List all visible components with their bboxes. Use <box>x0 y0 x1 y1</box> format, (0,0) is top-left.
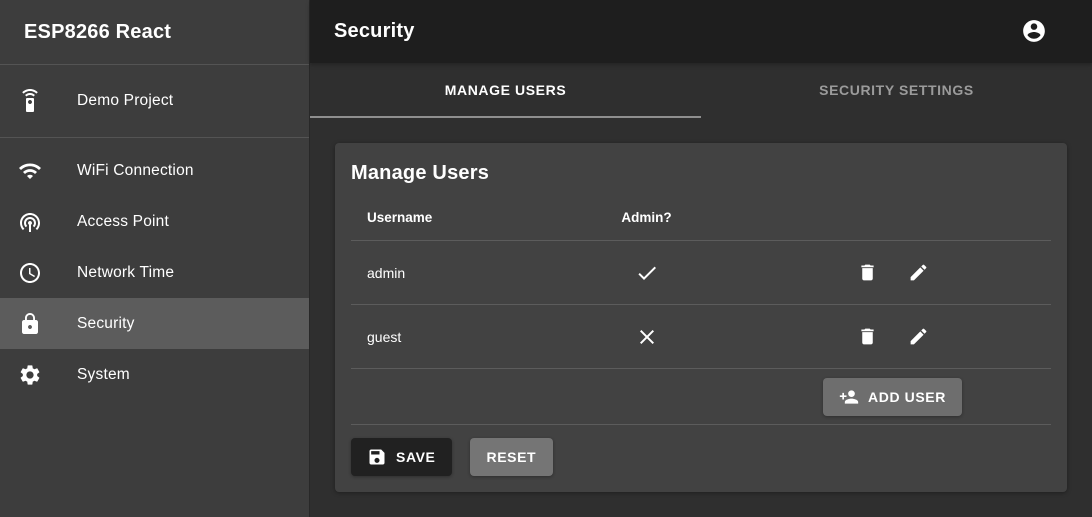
table-footer-row: ADD USER <box>351 369 1051 425</box>
trash-icon <box>857 326 878 347</box>
lock-icon <box>18 312 42 336</box>
save-button[interactable]: SAVE <box>351 438 452 476</box>
wifi-icon <box>18 159 42 183</box>
sidebar-item-demo-project[interactable]: Demo Project <box>0 65 309 138</box>
check-icon <box>635 261 659 285</box>
save-icon <box>367 447 387 467</box>
add-user-button[interactable]: ADD USER <box>823 378 962 416</box>
admin-cell <box>559 325 734 349</box>
table-row: admin <box>351 241 1051 305</box>
page-title: Security <box>334 20 1014 43</box>
sidebar-item-network-time[interactable]: Network Time <box>0 247 309 298</box>
trash-icon <box>857 262 878 283</box>
row-actions <box>734 253 1051 293</box>
add-user-label: ADD USER <box>868 389 946 405</box>
edit-user-button[interactable] <box>898 253 938 293</box>
sidebar-item-system[interactable]: System <box>0 349 309 400</box>
delete-user-button[interactable] <box>847 253 887 293</box>
admin-cell <box>559 261 734 285</box>
manage-users-card: Manage Users Username Admin? admin <box>335 143 1067 492</box>
tab-bar: MANAGE USERS SECURITY SETTINGS <box>310 63 1092 118</box>
table-row: guest <box>351 305 1051 369</box>
appbar: Security <box>310 0 1092 63</box>
column-header-admin: Admin? <box>559 210 734 225</box>
settings-remote-icon <box>18 89 42 113</box>
gear-icon <box>18 363 42 387</box>
username-cell: guest <box>351 329 559 345</box>
content-area: Manage Users Username Admin? admin <box>310 118 1092 517</box>
main-area: Security MANAGE USERS SECURITY SETTINGS … <box>310 0 1092 517</box>
sidebar-item-label: Network Time <box>77 264 174 282</box>
tab-security-settings[interactable]: SECURITY SETTINGS <box>701 63 1092 118</box>
sidebar-item-label: Security <box>77 315 135 333</box>
reset-button[interactable]: RESET <box>470 438 554 476</box>
username-cell: admin <box>351 265 559 281</box>
sidebar-item-wifi-connection[interactable]: WiFi Connection <box>0 145 309 196</box>
delete-user-button[interactable] <box>847 317 887 357</box>
app-title: ESP8266 React <box>0 0 309 65</box>
close-icon <box>635 325 659 349</box>
edit-user-button[interactable] <box>898 317 938 357</box>
person-add-icon <box>839 387 859 407</box>
users-table: Username Admin? admin <box>351 195 1051 425</box>
sidebar-nav: WiFi Connection Access Point Network Tim… <box>0 138 309 400</box>
clock-icon <box>18 261 42 285</box>
pencil-icon <box>908 326 929 347</box>
sidebar-item-label: System <box>77 366 130 384</box>
reset-label: RESET <box>487 449 537 465</box>
row-actions <box>734 317 1051 357</box>
form-actions: SAVE RESET <box>351 438 1051 476</box>
pencil-icon <box>908 262 929 283</box>
sidebar-item-access-point[interactable]: Access Point <box>0 196 309 247</box>
wifi-tethering-icon <box>18 210 42 234</box>
sidebar-item-security[interactable]: Security <box>0 298 309 349</box>
account-circle-icon <box>1021 18 1047 44</box>
sidebar-item-label: Demo Project <box>77 92 173 110</box>
account-button[interactable] <box>1014 11 1054 51</box>
save-label: SAVE <box>396 449 436 465</box>
sidebar-item-label: WiFi Connection <box>77 162 194 180</box>
sidebar-item-label: Access Point <box>77 213 169 231</box>
card-title: Manage Users <box>351 162 1051 185</box>
sidebar: ESP8266 React Demo Project WiFi Connecti… <box>0 0 310 517</box>
tab-manage-users[interactable]: MANAGE USERS <box>310 63 701 118</box>
table-header-row: Username Admin? <box>351 195 1051 241</box>
column-header-username: Username <box>351 210 559 225</box>
